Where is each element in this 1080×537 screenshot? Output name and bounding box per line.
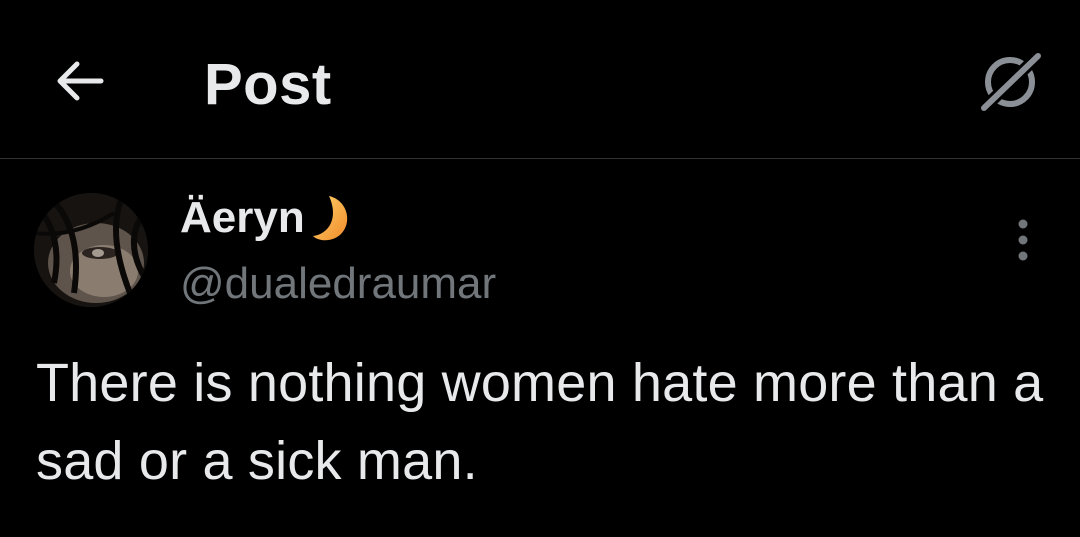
avatar[interactable] [34,193,148,307]
more-vertical-icon [1018,219,1028,261]
author-handle[interactable]: @dualedraumar [180,256,496,312]
author-display-name[interactable]: Äeryn [180,190,305,246]
arrow-left-icon [57,61,104,101]
more-options-button[interactable] [1000,212,1046,268]
page-title: Post [204,52,332,117]
grok-icon [976,48,1046,114]
crescent-moon-icon [312,196,347,241]
post-body-text: There is nothing women hate more than a … [36,353,1044,491]
avatar-image [34,193,148,307]
author-name-row: Äeryn [180,190,353,246]
post-screen: Post Äeryn @dualedraumar There is nothin… [0,0,1080,537]
grok-button[interactable] [972,44,1050,118]
back-button[interactable] [46,50,112,112]
top-bar: Post [0,0,1080,159]
